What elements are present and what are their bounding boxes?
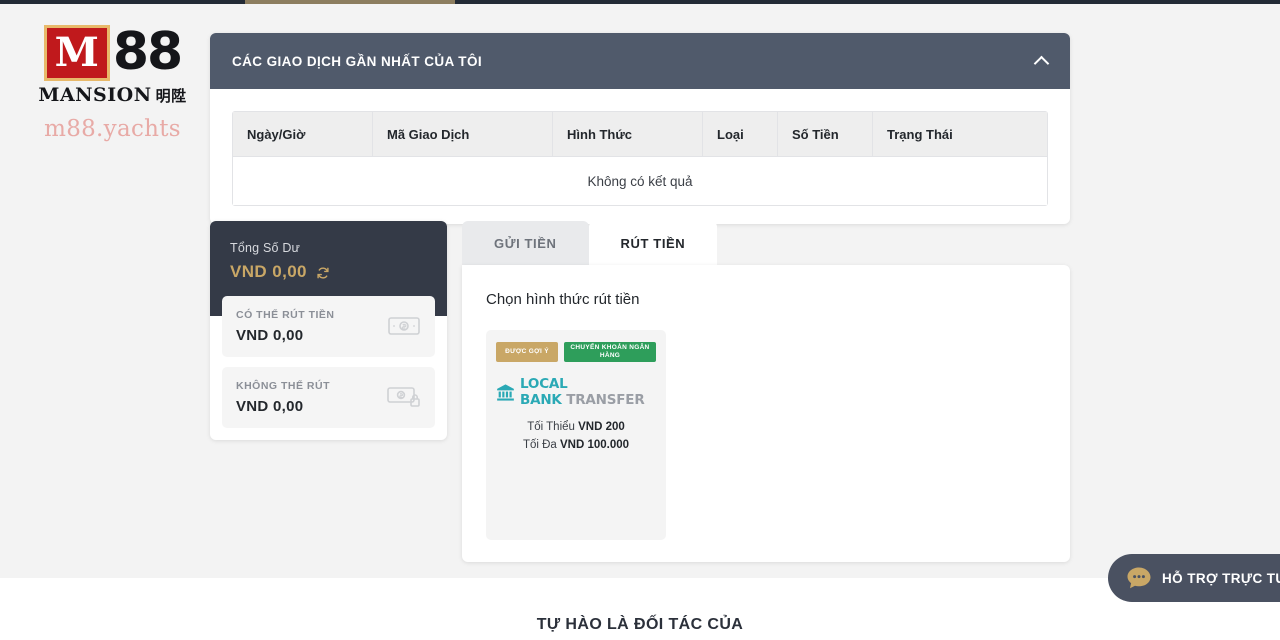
brand-name: MANSION — [38, 84, 152, 106]
banknote-lock-icon — [387, 385, 421, 411]
tab-deposit[interactable]: GỬI TIỀN — [462, 221, 589, 267]
chevron-up-icon[interactable] — [1034, 54, 1048, 68]
non-withdrawable-label: KHÔNG THỂ RÚT — [236, 380, 330, 392]
page-root: M 88 MANSION 明陞 m88.yachts CÁC GIAO DỊCH… — [0, 0, 1280, 640]
transactions-empty-message: Không có kết quả — [233, 157, 1047, 205]
column-header-status: Trạng Thái — [887, 126, 953, 142]
max-limit-label: Tối Đa — [522, 438, 557, 451]
badge-bank-transfer: CHUYỂN KHOẢN NGÂN HÀNG — [564, 342, 656, 362]
live-chat-button[interactable]: HỖ TRỢ TRỰC TUYẾN — [1108, 554, 1280, 602]
column-header-type: Loại — [703, 112, 778, 156]
chat-bubble-icon — [1126, 566, 1152, 590]
column-header-transaction-code: Mã Giao Dịch — [373, 112, 553, 156]
method-badges: ĐƯỢC GỢI Ý CHUYỂN KHOẢN NGÂN HÀNG — [496, 342, 656, 362]
badge-recommended: ĐƯỢC GỢI Ý — [496, 342, 558, 362]
brand-name-row: MANSION 明陞 — [30, 84, 195, 106]
column-header-datetime: Ngày/Giờ — [233, 112, 373, 156]
brand-digits: 88 — [112, 22, 183, 82]
recent-transactions-panel: CÁC GIAO DỊCH GẦN NHẤT CỦA TÔI Ngày/Giờ … — [210, 33, 1070, 224]
non-withdrawable-balance-row: KHÔNG THỂ RÚT VND 0,00 — [222, 367, 435, 428]
total-balance-value: VND 0,00 — [230, 262, 307, 281]
total-balance-label: Tổng Số Dư — [230, 241, 301, 255]
withdrawable-text-block: CÓ THỂ RÚT TIỀN VND 0,00 — [236, 309, 335, 344]
recent-transactions-title: CÁC GIAO DỊCH GẦN NHẤT CỦA TÔI — [232, 53, 482, 69]
non-withdrawable-value: VND 0,00 — [236, 398, 304, 415]
withdraw-panel-title: Chọn hình thức rút tiền — [486, 291, 640, 308]
transaction-tabs: GỬI TIỀN RÚT TIỀN — [462, 221, 718, 267]
transactions-table: Ngày/Giờ Mã Giao Dịch Hình Thức Loại Số … — [232, 111, 1048, 206]
brand-mark-icon: M — [43, 25, 110, 81]
withdrawable-balance-row: CÓ THỂ RÚT TIỀN VND 0,00 — [222, 296, 435, 357]
brand-logo[interactable]: M 88 MANSION 明陞 m88.yachts — [30, 25, 195, 142]
logo-primary-text: LOCAL BANK — [520, 376, 568, 408]
partners-title: TỰ HÀO LÀ ĐỐI TÁC CỦA — [536, 616, 744, 633]
method-limits: Tối Thiểu VND 200 Tối Đa VND 100.000 — [496, 419, 656, 455]
total-balance-value-row: VND 0,00 — [230, 262, 427, 282]
max-limit-row: Tối Đa VND 100.000 — [496, 437, 656, 455]
withdrawable-label: CÓ THỂ RÚT TIỀN — [236, 309, 335, 321]
max-limit-value: VND 100.000 — [560, 438, 630, 451]
non-withdrawable-text-block: KHÔNG THỂ RÚT VND 0,00 — [236, 380, 330, 415]
column-header-amount: Số Tiền — [778, 112, 873, 156]
brand-domain: m88.yachts — [44, 116, 181, 142]
withdrawable-value: VND 0,00 — [236, 327, 304, 344]
brand-logo-row: M 88 — [30, 25, 195, 81]
logo-secondary-text: TRANSFER — [566, 392, 645, 408]
transactions-table-header-row: Ngày/Giờ Mã Giao Dịch Hình Thức Loại Số … — [233, 112, 1047, 157]
min-limit-label: Tối Thiểu — [527, 421, 575, 433]
tab-withdraw[interactable]: RÚT TIỀN — [588, 221, 718, 267]
local-bank-transfer-wordmark: LOCAL BANK TRANSFER — [520, 376, 656, 408]
min-limit-row: Tối Thiểu VND 200 — [496, 419, 656, 437]
footer-partners-section: TỰ HÀO LÀ ĐỐI TÁC CỦA — [0, 578, 1280, 640]
min-limit-value: VND 200 — [578, 421, 625, 433]
column-header-method: Hình Thức — [553, 112, 703, 156]
refresh-icon[interactable] — [316, 265, 330, 279]
balance-card: Tổng Số Dư VND 0,00 CÓ THỂ RÚT TIỀN VND … — [210, 221, 447, 440]
balance-breakdown: CÓ THỂ RÚT TIỀN VND 0,00 KHÔNG THỂ RÚT V… — [210, 296, 447, 440]
recent-transactions-header[interactable]: CÁC GIAO DỊCH GẦN NHẤT CỦA TÔI — [210, 33, 1070, 89]
live-chat-label: HỖ TRỢ TRỰC TUYẾN — [1162, 570, 1280, 586]
local-bank-transfer-logo: LOCAL BANK TRANSFER — [496, 376, 656, 408]
bank-building-icon — [496, 383, 515, 402]
banknote-icon — [387, 314, 421, 340]
brand-name-cjk: 明陞 — [155, 87, 187, 105]
withdraw-panel: Chọn hình thức rút tiền ĐƯỢC GỢI Ý CHUYỂ… — [462, 265, 1070, 562]
withdraw-method-local-bank-transfer[interactable]: ĐƯỢC GỢI Ý CHUYỂN KHOẢN NGÂN HÀNG LOCAL — [486, 330, 666, 540]
